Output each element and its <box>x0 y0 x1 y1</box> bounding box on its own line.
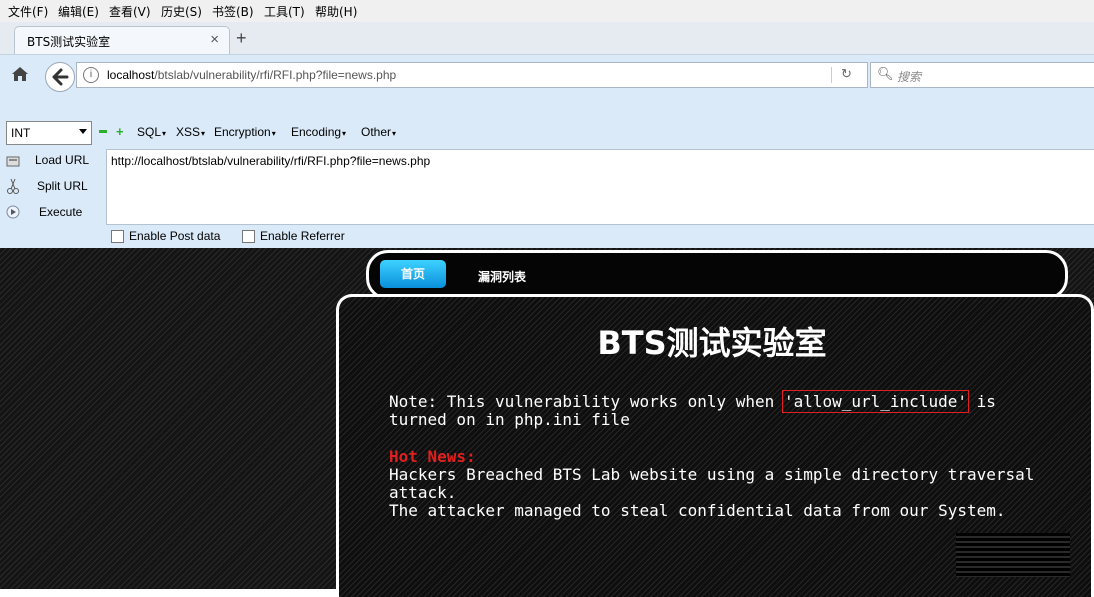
increment-icon[interactable]: + <box>116 125 124 138</box>
other-menu[interactable]: Other <box>361 125 396 139</box>
type-select[interactable]: INT <box>6 121 92 145</box>
encryption-menu[interactable]: Encryption <box>214 125 276 139</box>
news-line-2: The attacker managed to steal confidenti… <box>389 501 1006 520</box>
menu-help[interactable]: 帮助(H) <box>315 3 357 20</box>
reload-icon[interactable]: ↻ <box>841 66 852 82</box>
enable-post-label: Enable Post data <box>129 229 221 243</box>
type-select-value: INT <box>11 126 31 140</box>
page-title: BTS测试实验室 <box>597 324 827 362</box>
load-url-button[interactable]: Load URL <box>35 153 89 167</box>
home-icon[interactable] <box>10 64 30 84</box>
sql-menu[interactable]: SQL <box>137 125 166 139</box>
menu-bookmarks[interactable]: 书签(B) <box>212 3 254 20</box>
search-box[interactable]: 🔍︎ 搜索 <box>870 62 1094 88</box>
enable-referrer-checkbox[interactable] <box>242 230 255 243</box>
decorative-stripes <box>956 533 1070 577</box>
menu-view[interactable]: 查看(V) <box>109 3 151 20</box>
address-url: localhost/btslab/vulnerability/rfi/RFI.p… <box>107 68 396 82</box>
url-textarea[interactable]: http://localhost/btslab/vulnerability/rf… <box>106 149 1094 225</box>
address-path: /btslab/vulnerability/rfi/RFI.php?file=n… <box>154 68 397 82</box>
search-icon: 🔍︎ <box>877 66 894 81</box>
decrement-icon[interactable] <box>99 130 107 133</box>
site-nav <box>366 250 1068 300</box>
address-divider <box>831 67 832 83</box>
split-url-button[interactable]: Split URL <box>37 179 88 193</box>
menu-edit[interactable]: 编辑(E) <box>58 3 99 20</box>
back-button[interactable] <box>45 62 75 92</box>
menu-bar: 文件(F) 编辑(E) 查看(V) 历史(S) 书签(B) 工具(T) 帮助(H… <box>0 0 1094 22</box>
execute-icon <box>6 205 20 219</box>
note-highlight: 'allow_url_include' <box>781 390 969 413</box>
news-line-1: Hackers Breached BTS Lab website using a… <box>389 465 1035 502</box>
menu-history[interactable]: 历史(S) <box>161 3 202 20</box>
nav-vulnerabilities-link[interactable]: 漏洞列表 <box>478 268 526 285</box>
url-textarea-value: http://localhost/btslab/vulnerability/rf… <box>111 154 431 168</box>
encoding-menu[interactable]: Encoding <box>291 125 346 139</box>
browser-tab[interactable]: BTS测试实验室 × <box>14 26 230 55</box>
tab-title: BTS测试实验室 <box>27 35 111 49</box>
hot-news-label: Hot News: <box>389 447 476 466</box>
new-tab-button[interactable]: + <box>236 28 247 49</box>
news-content: Hackers Breached BTS Lab website using a… <box>389 466 1049 520</box>
enable-post-checkbox[interactable] <box>111 230 124 243</box>
chevron-down-icon <box>79 129 87 134</box>
menu-file[interactable]: 文件(F) <box>8 3 48 20</box>
note-text-start: Note: This vulnerability works only when <box>389 392 784 411</box>
search-placeholder: 搜索 <box>897 70 922 84</box>
back-arrow-icon <box>52 68 69 86</box>
address-host: localhost <box>107 68 155 82</box>
enable-referrer-label: Enable Referrer <box>260 229 345 243</box>
execute-button[interactable]: Execute <box>39 205 82 219</box>
nav-home-button[interactable]: 首页 <box>380 260 446 288</box>
menu-tools[interactable]: 工具(T) <box>264 3 305 20</box>
xss-menu[interactable]: XSS <box>176 125 205 139</box>
site-info-icon[interactable]: i <box>83 67 99 83</box>
address-bar[interactable]: i localhost/btslab/vulnerability/rfi/RFI… <box>76 62 868 88</box>
scissors-icon <box>6 178 20 194</box>
vulnerability-note: Note: This vulnerability works only when… <box>389 390 1039 429</box>
load-url-icon <box>6 154 20 168</box>
tab-close-icon[interactable]: × <box>210 31 219 48</box>
